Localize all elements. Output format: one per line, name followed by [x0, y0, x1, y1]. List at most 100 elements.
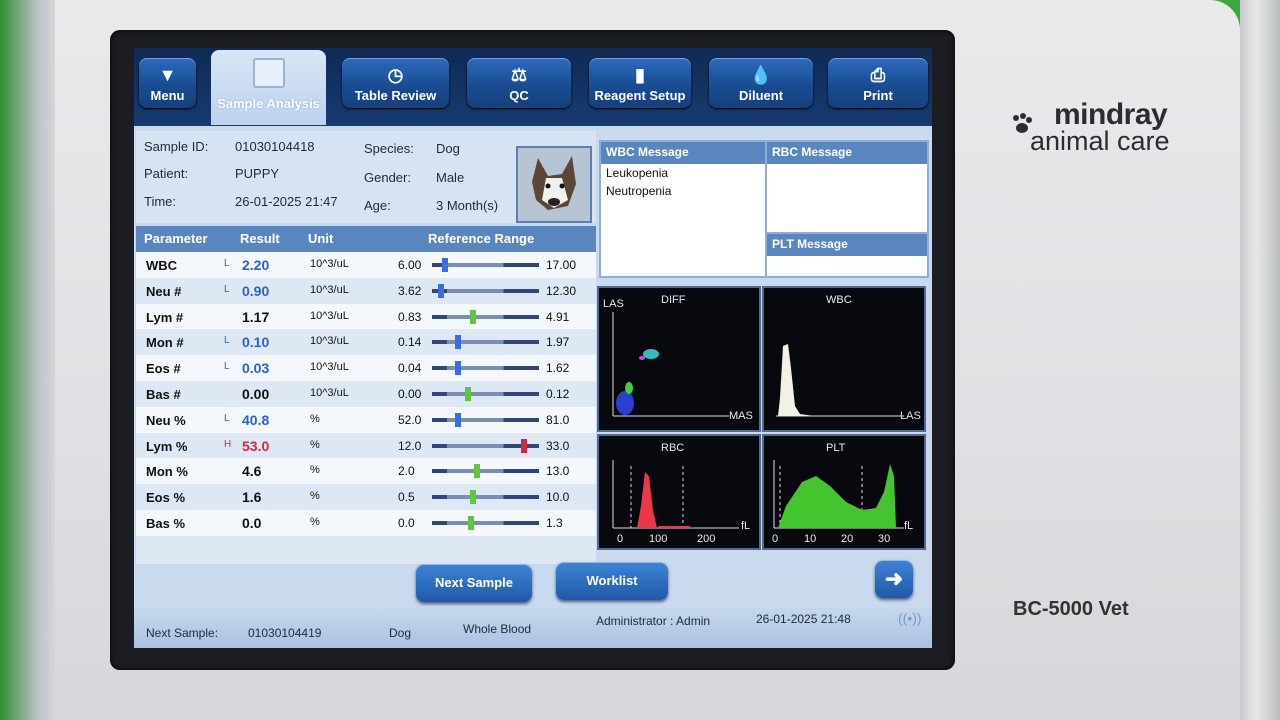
range-bar [432, 335, 539, 350]
next-sample-button[interactable]: Next Sample [416, 564, 532, 602]
toolbar: ▼ Menu Sample Analysis ◷ Table Review ⚖ … [134, 48, 932, 128]
menu-button[interactable]: ▼ Menu [139, 58, 196, 108]
tab-table-review[interactable]: ◷ Table Review [342, 58, 449, 108]
unit-value: % [310, 490, 320, 503]
result-value: 4.6 [242, 463, 262, 480]
drop-icon: 💧 [749, 65, 773, 85]
tab-sample-analysis[interactable]: Sample Analysis [211, 50, 326, 125]
range-marker [441, 258, 448, 272]
result-value: 1.17 [242, 308, 270, 325]
unit-value: % [310, 412, 320, 425]
time-label: Time: [144, 194, 177, 209]
tab-diluent[interactable]: 💧 Diluent [709, 58, 813, 108]
current-user: Administrator : Admin [596, 614, 711, 628]
unit-value: % [310, 464, 320, 477]
wbc-message-title: WBC Message [601, 142, 765, 164]
range-bar [432, 361, 539, 376]
rbc-message-title: RBC Message [767, 142, 927, 164]
range-high: 1.97 [546, 335, 570, 350]
wbc-histogram: WBC LAS [762, 286, 926, 432]
table-row: Neu % L 40.8% 52.0 81.0 [136, 406, 596, 433]
wbc-message-box: WBC Message Leukopenia Neutropenia [599, 140, 767, 278]
parameter-name: Eos # [146, 361, 181, 377]
result-value: 1.6 [242, 489, 262, 506]
range-high: 10.0 [546, 490, 570, 505]
result-flag: L [224, 258, 230, 269]
housing-edge [1240, 0, 1280, 720]
worklist-button[interactable]: Worklist [556, 562, 668, 600]
range-low: 12.0 [398, 438, 422, 453]
status-datetime: 26-01-2025 21:48 [756, 612, 851, 626]
unit-value: % [310, 515, 320, 528]
main-panel: Sample ID: 01030104418 Patient: PUPPY Ti… [134, 126, 932, 648]
age-label: Age: [364, 198, 391, 213]
right-arrow-icon: ➜ [884, 566, 904, 591]
species-value: Dog [436, 141, 460, 156]
parameter-name: WBC [146, 258, 178, 273]
result-flag: L [224, 283, 230, 295]
unit-value: 10^3/uL [310, 283, 349, 296]
next-sample-species: Dog [389, 626, 412, 640]
rbc-message-box: RBC Message [765, 140, 929, 234]
unit-value: 10^3/uL [310, 386, 349, 399]
unit-value: 10^3/uL [310, 361, 349, 374]
range-bar [432, 490, 539, 505]
result-value: 53.0 [242, 437, 270, 454]
signal-icon: ((•)) [898, 610, 922, 626]
tab-reagent-setup[interactable]: ▮ Reagent Setup [589, 58, 691, 108]
result-value: 40.8 [242, 411, 270, 428]
range-high: 1.62 [546, 361, 570, 376]
range-low: 0.00 [398, 386, 422, 401]
parameter-name: Bas % [146, 515, 186, 531]
range-low: 0.5 [398, 490, 415, 505]
sample-time: 26-01-2025 21:47 [235, 194, 338, 209]
plt-message-box: PLT Message [765, 232, 929, 278]
table-row-empty [136, 535, 596, 564]
table-row: Lym % H 53.0% 12.0 33.0 [136, 432, 596, 459]
range-marker [521, 438, 528, 453]
chart-icon [252, 58, 285, 88]
col-reference-range: Reference Range [428, 231, 535, 246]
next-sample-type: Whole Blood [463, 622, 532, 636]
range-high: 33.0 [546, 438, 570, 453]
sample-id: 01030104418 [235, 139, 315, 154]
parameter-name: Lym # [146, 309, 184, 325]
range-low: 6.00 [398, 258, 422, 272]
range-high: 81.0 [546, 412, 570, 427]
unit-value: 10^3/uL [310, 335, 349, 348]
plt-histogram: PLT 0 10 20 30 fL [762, 434, 926, 550]
range-low: 0.04 [398, 361, 422, 376]
range-high: 17.00 [546, 258, 577, 272]
result-value: 0.03 [242, 360, 270, 377]
right-arrow-button[interactable]: ➜ [875, 560, 913, 598]
range-marker [465, 386, 472, 401]
parameter-name: Neu % [146, 412, 186, 428]
table-row: Eos # L 0.03 10^3/uL 0.04 1.62 [136, 355, 596, 381]
next-sample-id: 01030104419 [248, 626, 322, 640]
tab-print[interactable]: ⎙ Print [828, 58, 928, 108]
range-marker [469, 309, 476, 324]
gender-value: Male [436, 170, 465, 185]
status-bar: Next Sample: 01030104419 Dog Whole Blood… [134, 608, 932, 648]
table-row: Mon % 4.6% 2.0 13.0 [136, 458, 596, 485]
result-value: 0.0 [242, 514, 262, 531]
unit-value: % [310, 438, 320, 451]
unit-value: 10^3/uL [310, 309, 349, 322]
tab-qc[interactable]: ⚖ QC [467, 58, 571, 108]
range-bar [432, 309, 539, 324]
wbc-message-1: Leukopenia [606, 166, 669, 180]
species-label: Species: [364, 141, 414, 156]
result-value: 0.10 [242, 334, 270, 351]
parameter-name: Eos % [146, 490, 186, 506]
gender-label: Gender: [364, 170, 411, 185]
plt-message-title: PLT Message [767, 234, 927, 256]
bottles-icon: ▮ [635, 65, 645, 85]
paw-icon [1013, 113, 1032, 133]
wbc-message-2: Neutropenia [606, 184, 672, 198]
patient-name: PUPPY [235, 166, 280, 181]
range-bar [432, 258, 539, 272]
parameter-name: Mon % [146, 464, 188, 480]
range-low: 52.0 [398, 412, 422, 427]
results-table: WBC L 2.20 10^3/uL 6.00 17.00 Neu # L 0.90 10^3/u… [136, 252, 596, 564]
table-row: Eos % 1.6% 0.5 10.0 [136, 484, 596, 510]
